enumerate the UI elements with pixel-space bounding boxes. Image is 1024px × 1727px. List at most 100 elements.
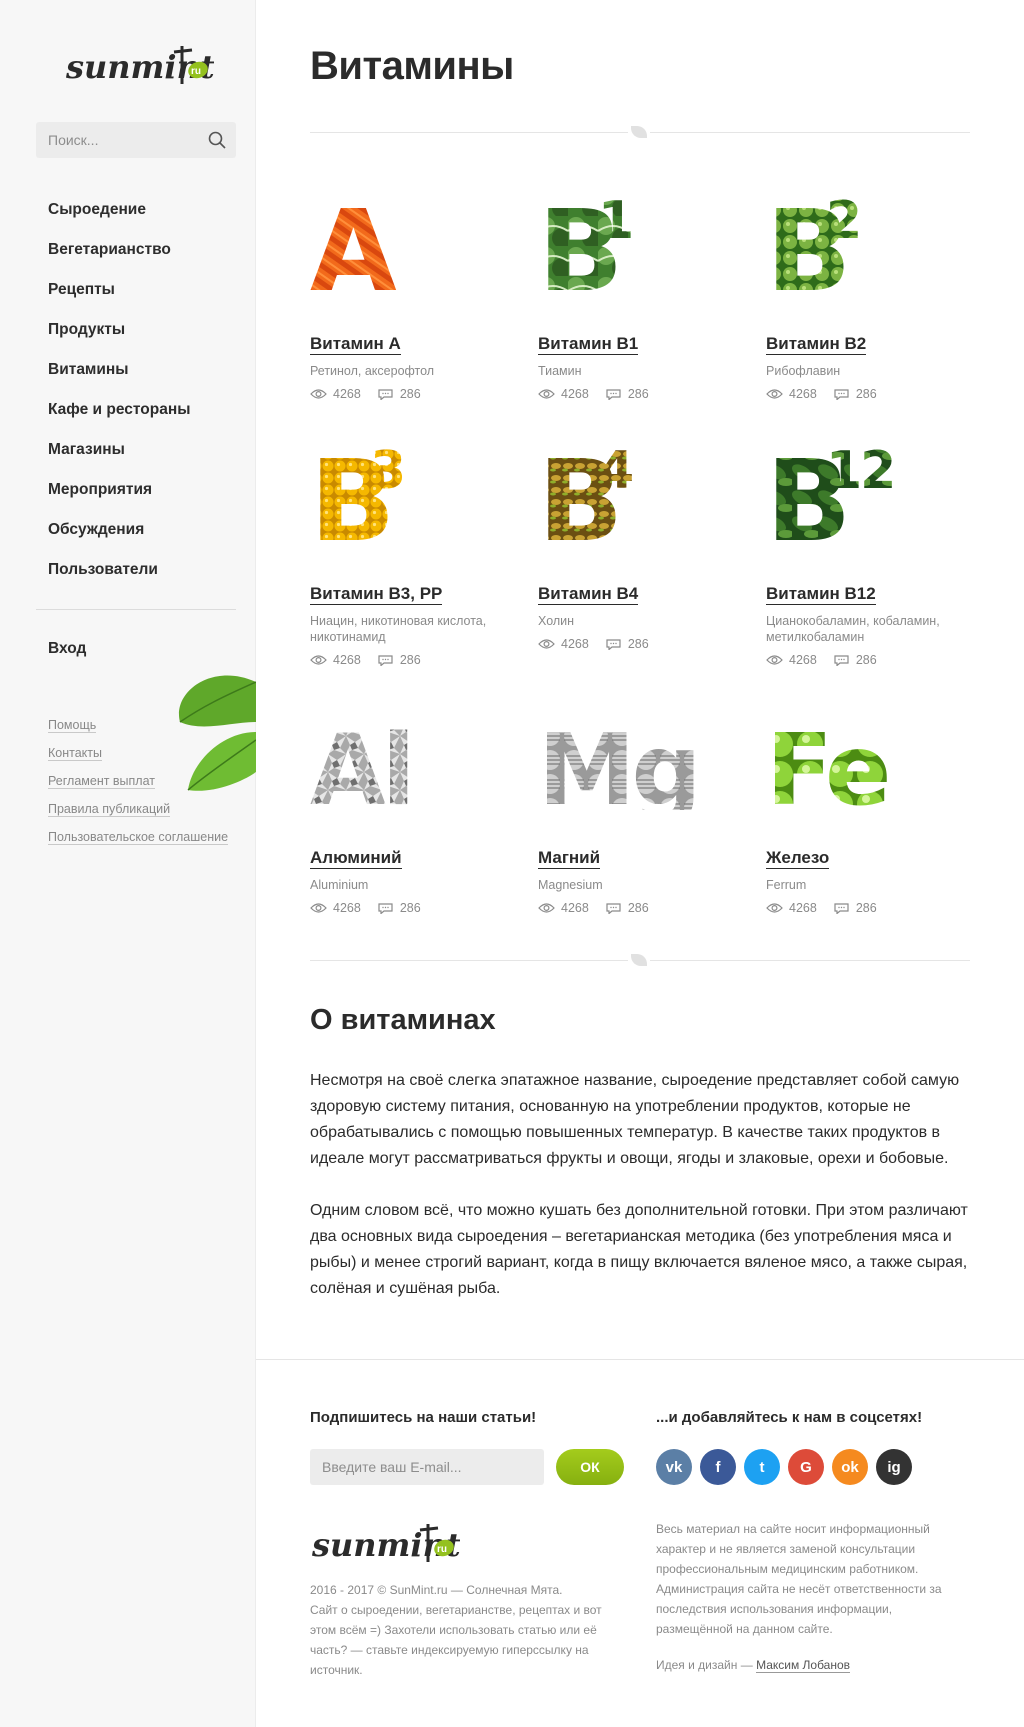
svg-text:Mg: Mg bbox=[538, 714, 698, 810]
vitamin-card[interactable]: A Витамин А Ретинол, аксерофтол 4268 286 bbox=[310, 186, 520, 401]
social-title: ...и добавляйтесь к нам в соцсетях! bbox=[656, 1409, 923, 1426]
comments-count: 286 bbox=[627, 901, 649, 915]
section-divider bbox=[310, 953, 970, 967]
vitamin-letter-image[interactable]: Fe bbox=[766, 700, 966, 810]
leaf-divider-icon bbox=[628, 953, 650, 967]
vitamin-stats: 4268 286 bbox=[310, 901, 421, 915]
comments-count: 286 bbox=[399, 387, 421, 401]
vitamin-card[interactable]: B 4 Витамин В4 Холин 4268 286 bbox=[538, 436, 748, 651]
google-icon[interactable]: G bbox=[788, 1449, 824, 1485]
vitamin-card[interactable]: Mg Магний Magnesium 4268 286 bbox=[538, 700, 748, 915]
vitamin-title-link[interactable]: Витамин А bbox=[310, 334, 401, 355]
search-icon[interactable] bbox=[208, 131, 226, 149]
vitamin-title-link[interactable]: Алюминий bbox=[310, 848, 402, 869]
vitamin-card[interactable]: Al Алюминий Aluminium 4268 286 bbox=[310, 700, 520, 915]
user-agreement-link[interactable]: Пользовательское соглашение bbox=[48, 830, 229, 858]
svg-text:2: 2 bbox=[826, 191, 860, 251]
views-icon bbox=[766, 903, 783, 913]
nav-item[interactable]: Витамины bbox=[48, 358, 190, 398]
twitter-icon[interactable]: t bbox=[744, 1449, 780, 1485]
facebook-icon[interactable]: f bbox=[700, 1449, 736, 1485]
sunmint-logo[interactable]: sunmint ru bbox=[310, 1516, 460, 1570]
credits: Идея и дизайн — Максим Лобанов bbox=[656, 1658, 851, 1673]
svg-text:12: 12 bbox=[826, 441, 894, 501]
vitamin-title-link[interactable]: Витамин В1 bbox=[538, 334, 639, 355]
vitamin-letter-image[interactable]: B4 bbox=[538, 436, 738, 546]
publish-rules-link[interactable]: Правила публикаций bbox=[48, 802, 228, 830]
leaf-divider-icon bbox=[628, 125, 650, 139]
nav-item[interactable]: Мероприятия bbox=[48, 478, 190, 518]
about-paragraph: Несмотря на своё слегка эпатажное назван… bbox=[310, 1072, 960, 1167]
views-count: 4268 bbox=[333, 387, 361, 401]
search-box bbox=[36, 122, 236, 158]
vitamin-stats: 4268 286 bbox=[538, 637, 649, 651]
vitamin-subtitle: Magnesium bbox=[538, 878, 603, 892]
comments-icon bbox=[606, 903, 621, 914]
nav-item[interactable]: Продукты bbox=[48, 318, 190, 358]
svg-text:Al: Al bbox=[310, 714, 411, 810]
vitamin-card[interactable]: B 2 Витамин В2 Рибофлавин 4268 286 bbox=[766, 186, 976, 401]
nav-item[interactable]: Вегетарианство bbox=[48, 238, 190, 278]
sidebar-divider bbox=[36, 609, 236, 610]
payout-rules-link[interactable]: Регламент выплат bbox=[48, 774, 228, 802]
vitamin-title-link[interactable]: Витамин В2 bbox=[766, 334, 867, 355]
svg-text:4: 4 bbox=[598, 441, 632, 501]
nav-item[interactable]: Сыроедение bbox=[48, 198, 190, 238]
nav-item[interactable]: Рецепты bbox=[48, 278, 190, 318]
views-icon bbox=[310, 903, 327, 913]
nav-item[interactable]: Обсуждения bbox=[48, 518, 190, 558]
vitamin-letter-image[interactable]: B 12 bbox=[766, 436, 966, 546]
contacts-link[interactable]: Контакты bbox=[48, 746, 228, 774]
vitamin-title-link[interactable]: Магний bbox=[538, 848, 601, 869]
comments-icon bbox=[606, 639, 621, 650]
vitamin-letter-image[interactable]: Al bbox=[310, 700, 510, 810]
nav-item[interactable]: Кафе и рестораны bbox=[48, 398, 190, 438]
vitamin-title-link[interactable]: Железо bbox=[766, 848, 830, 869]
comments-icon bbox=[834, 389, 849, 400]
comments-count: 286 bbox=[399, 901, 421, 915]
vitamin-letter-image[interactable]: Mg bbox=[538, 700, 738, 810]
title-divider bbox=[310, 125, 970, 139]
vitamin-letter-image[interactable]: B3 bbox=[310, 436, 510, 546]
help-link[interactable]: Помощь bbox=[48, 718, 228, 746]
footer-links: Помощь Контакты Регламент выплат Правила… bbox=[48, 718, 229, 858]
vitamin-letter-image[interactable]: A bbox=[310, 186, 510, 296]
vitamin-subtitle: Тиамин bbox=[538, 364, 582, 378]
comments-count: 286 bbox=[627, 387, 649, 401]
author-link[interactable]: Максим Лобанов bbox=[756, 1658, 851, 1673]
views-icon bbox=[538, 903, 555, 913]
svg-text:1: 1 bbox=[598, 191, 632, 251]
vitamin-card[interactable]: Fe Железо Ferrum 4268 286 bbox=[766, 700, 976, 915]
vitamin-card[interactable]: B 12 Витамин В12 Цианокобаламин, кобаламин,… bbox=[766, 436, 976, 667]
views-count: 4268 bbox=[333, 901, 361, 915]
instagram-icon[interactable]: ig bbox=[876, 1449, 912, 1485]
vitamin-subtitle: Цианокобаламин, кобаламин, метилкобалами… bbox=[766, 614, 940, 644]
views-count: 4268 bbox=[789, 901, 817, 915]
about-title: О витаминах bbox=[310, 1004, 496, 1036]
nav-item[interactable]: Магазины bbox=[48, 438, 190, 478]
vitamin-title-link[interactable]: Витамин В12 bbox=[766, 584, 876, 605]
nav-item[interactable]: Пользователи bbox=[48, 558, 190, 598]
disclaimer-text: Весь материал на сайте носит информацион… bbox=[656, 1522, 942, 1636]
subscribe-button[interactable]: ОК bbox=[556, 1449, 624, 1485]
odnoklassniki-icon[interactable]: ok bbox=[832, 1449, 868, 1485]
footer-divider bbox=[256, 1359, 1024, 1360]
comments-icon bbox=[834, 655, 849, 666]
vk-icon[interactable]: vk bbox=[656, 1449, 692, 1485]
vitamin-card[interactable]: B 1 Витамин В1 Тиамин 4268 286 bbox=[538, 186, 748, 401]
vitamin-title-link[interactable]: Витамин В3, РР bbox=[310, 584, 443, 605]
vitamin-letter-image[interactable]: B2 bbox=[766, 186, 966, 296]
sunmint-logo[interactable]: sunmint ru bbox=[64, 38, 214, 92]
search-input[interactable] bbox=[36, 122, 196, 158]
vitamin-stats: 4268 286 bbox=[766, 653, 877, 667]
views-icon bbox=[310, 389, 327, 399]
views-count: 4268 bbox=[333, 653, 361, 667]
vitamin-title-link[interactable]: Витамин В4 bbox=[538, 584, 639, 605]
page-title: Витамины bbox=[310, 44, 514, 88]
subscribe-title: Подпишитесь на наши статьи! bbox=[310, 1409, 537, 1426]
vitamin-letter-image[interactable]: B1 bbox=[538, 186, 738, 296]
views-count: 4268 bbox=[789, 653, 817, 667]
email-input[interactable] bbox=[310, 1449, 544, 1485]
vitamin-card[interactable]: B 3 Витамин В3, РР Ниацин, никотиновая кисл… bbox=[310, 436, 520, 667]
login-link[interactable]: Вход bbox=[48, 640, 86, 658]
